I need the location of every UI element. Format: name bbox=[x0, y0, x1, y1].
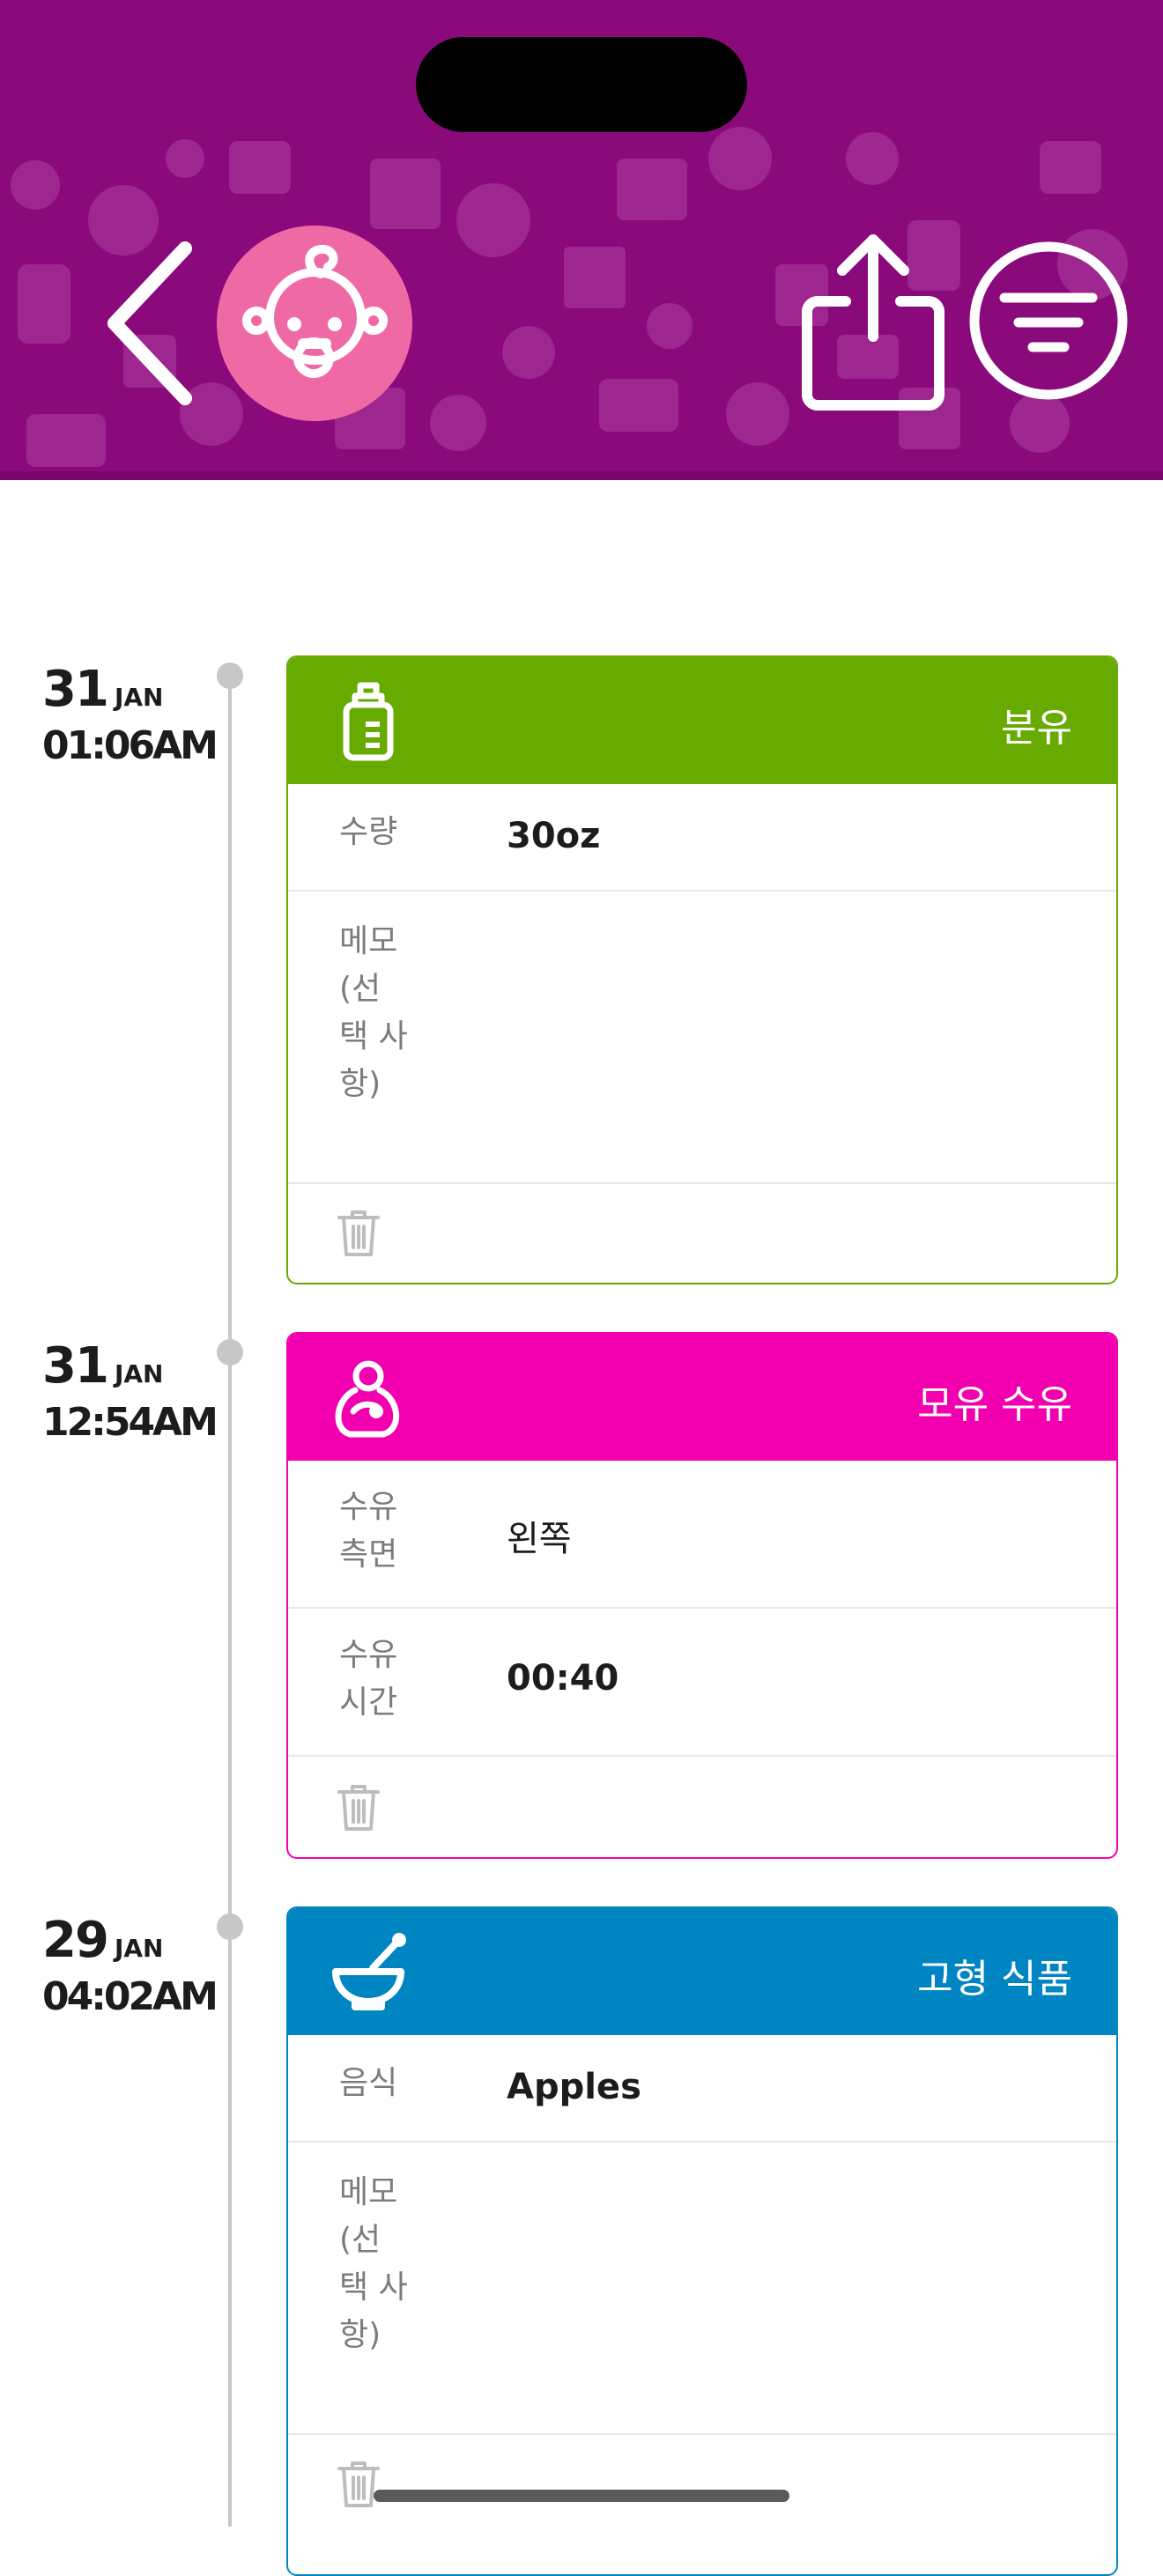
formula-entry-card[interactable]: 분유 수량 30oz 메모 (선 택 사 항) bbox=[286, 655, 1118, 1284]
mortar-pestle-icon bbox=[332, 1933, 406, 2010]
entry-time: 04:02AM bbox=[42, 1974, 219, 2019]
entry-date: 31 JAN 01:06AM bbox=[42, 661, 232, 768]
baby-face-icon bbox=[242, 244, 388, 378]
breastfeeding-icon bbox=[335, 1360, 399, 1438]
entry-month: JAN bbox=[114, 683, 164, 712]
entry-type-title: 고형 식품 bbox=[917, 1957, 1072, 2002]
solid-food-entry-card[interactable]: 고형 식품 음식 Apples 메모 (선 택 사 항) bbox=[286, 1906, 1118, 2576]
card-header: 고형 식품 bbox=[288, 1908, 1116, 2035]
field-value: 30oz bbox=[507, 816, 601, 856]
entry-time: 01:06AM bbox=[42, 723, 219, 768]
field-row-side: 수유 측면 왼쪽 bbox=[288, 1461, 1116, 1609]
field-label: 메모 (선 택 사 항) bbox=[339, 2174, 408, 2353]
entry-month: JAN bbox=[114, 1934, 164, 1963]
back-chevron-icon[interactable] bbox=[97, 240, 203, 407]
bottle-icon bbox=[343, 682, 394, 761]
field-value: 왼쪽 bbox=[507, 1519, 572, 1559]
entry-month: JAN bbox=[114, 1359, 164, 1388]
field-value: 00:40 bbox=[507, 1658, 619, 1699]
entry-day: 29 bbox=[42, 1912, 109, 1969]
field-label: 수량 bbox=[339, 814, 398, 850]
avatar[interactable] bbox=[217, 226, 412, 421]
card-header: 분유 bbox=[288, 657, 1116, 784]
field-row-duration: 수유 시간 00:40 bbox=[288, 1609, 1116, 1757]
field-label: 메모 (선 택 사 항) bbox=[339, 923, 408, 1102]
entry-day: 31 bbox=[42, 661, 109, 718]
field-label: 수유 측면 bbox=[339, 1489, 398, 1573]
field-row-food: 음식 Apples bbox=[288, 2035, 1116, 2143]
field-label: 음식 bbox=[339, 2065, 398, 2101]
entry-type-title: 분유 bbox=[1001, 706, 1072, 751]
field-row-memo: 메모 (선 택 사 항) bbox=[288, 892, 1116, 1184]
entry-date: 29 JAN 04:02AM bbox=[42, 1912, 232, 2019]
app-header bbox=[0, 0, 1163, 480]
field-label: 수유 시간 bbox=[339, 1637, 398, 1721]
trash-icon[interactable] bbox=[337, 1783, 380, 1832]
field-row-amount: 수량 30oz bbox=[288, 784, 1116, 892]
entry-date: 31 JAN 12:54AM bbox=[42, 1337, 232, 1445]
entry-time: 12:54AM bbox=[42, 1400, 219, 1445]
trash-icon[interactable] bbox=[337, 2460, 380, 2509]
trash-icon[interactable] bbox=[337, 1209, 380, 1258]
timeline-line bbox=[228, 677, 232, 2527]
entry-day: 31 bbox=[42, 1337, 109, 1395]
dynamic-island bbox=[416, 37, 747, 132]
breastfeeding-entry-card[interactable]: 모유 수유 수유 측면 왼쪽 수유 시간 00:40 bbox=[286, 1332, 1118, 1859]
entry-type-title: 모유 수유 bbox=[917, 1382, 1072, 1427]
filter-icon[interactable] bbox=[967, 240, 1130, 402]
field-value: Apples bbox=[507, 2067, 641, 2107]
card-header: 모유 수유 bbox=[288, 1334, 1116, 1461]
header-shadow bbox=[0, 471, 1163, 480]
share-icon[interactable] bbox=[800, 231, 946, 412]
home-indicator[interactable] bbox=[374, 2490, 789, 2502]
field-row-memo: 메모 (선 택 사 항) bbox=[288, 2143, 1116, 2435]
